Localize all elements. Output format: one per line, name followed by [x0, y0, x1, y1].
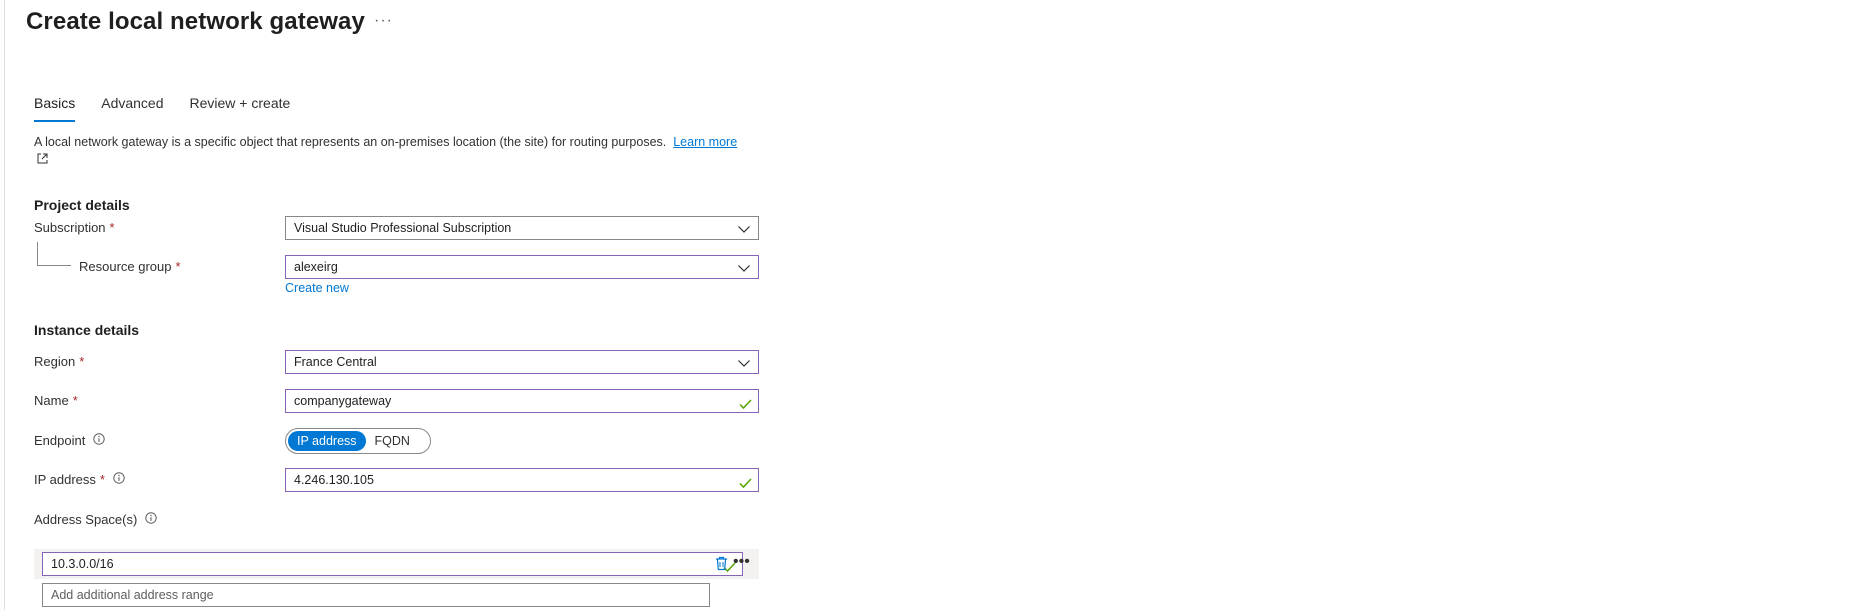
resource-group-label: Resource group * — [79, 259, 181, 274]
chevron-down-icon — [737, 221, 751, 243]
address-space-label: Address Space(s) — [34, 512, 158, 528]
learn-more-link[interactable]: Learn more — [673, 135, 737, 149]
address-space-input[interactable]: 10.3.0.0/16 — [42, 552, 743, 576]
row-more-options-icon[interactable]: ••• — [733, 554, 750, 570]
page-left-divider — [4, 0, 5, 610]
subscription-dropdown[interactable]: Visual Studio Professional Subscription — [285, 216, 759, 240]
tab-advanced[interactable]: Advanced — [101, 94, 163, 122]
tab-review-create[interactable]: Review + create — [190, 94, 291, 122]
info-icon[interactable] — [113, 472, 125, 488]
address-space-row: 10.3.0.0/16 ••• — [34, 549, 759, 579]
region-label: Region * — [34, 354, 85, 369]
delete-icon[interactable] — [715, 556, 728, 576]
create-new-resource-group-link[interactable]: Create new — [285, 281, 349, 295]
hierarchy-connector — [37, 242, 71, 266]
info-icon[interactable] — [145, 512, 158, 528]
tab-bar: Basics Advanced Review + create — [34, 94, 316, 122]
required-indicator: * — [99, 472, 105, 487]
name-input[interactable]: companygateway — [285, 389, 759, 413]
subscription-label: Subscription * — [34, 220, 115, 235]
description-text: A local network gateway is a specific ob… — [34, 135, 667, 149]
instance-details-heading: Instance details — [34, 322, 140, 338]
required-indicator: * — [79, 354, 85, 369]
ip-address-input[interactable]: 4.246.130.105 — [285, 468, 759, 492]
checkmark-icon — [739, 395, 752, 417]
external-link-icon — [37, 152, 48, 169]
info-icon[interactable] — [93, 433, 106, 449]
endpoint-label: Endpoint — [34, 433, 106, 449]
more-options-icon[interactable]: ··· — [374, 12, 393, 30]
page-description: A local network gateway is a specific ob… — [34, 134, 744, 169]
add-address-range-input[interactable]: Add additional address range — [42, 583, 710, 607]
project-details-heading: Project details — [34, 197, 130, 213]
required-indicator: * — [72, 393, 78, 408]
endpoint-option-ip-address[interactable]: IP address — [288, 431, 366, 451]
ip-address-label: IP address * — [34, 472, 125, 488]
resource-group-dropdown[interactable]: alexeirg — [285, 255, 759, 279]
required-indicator: * — [175, 259, 181, 274]
page-title: Create local network gateway — [26, 8, 365, 35]
chevron-down-icon — [737, 260, 751, 282]
endpoint-toggle: IP address FQDN — [285, 428, 431, 454]
endpoint-option-fqdn[interactable]: FQDN — [366, 431, 419, 451]
checkmark-icon — [739, 474, 752, 496]
chevron-down-icon — [737, 355, 751, 377]
required-indicator: * — [109, 220, 115, 235]
region-dropdown[interactable]: France Central — [285, 350, 759, 374]
tab-basics[interactable]: Basics — [34, 94, 76, 122]
name-label: Name * — [34, 393, 78, 408]
